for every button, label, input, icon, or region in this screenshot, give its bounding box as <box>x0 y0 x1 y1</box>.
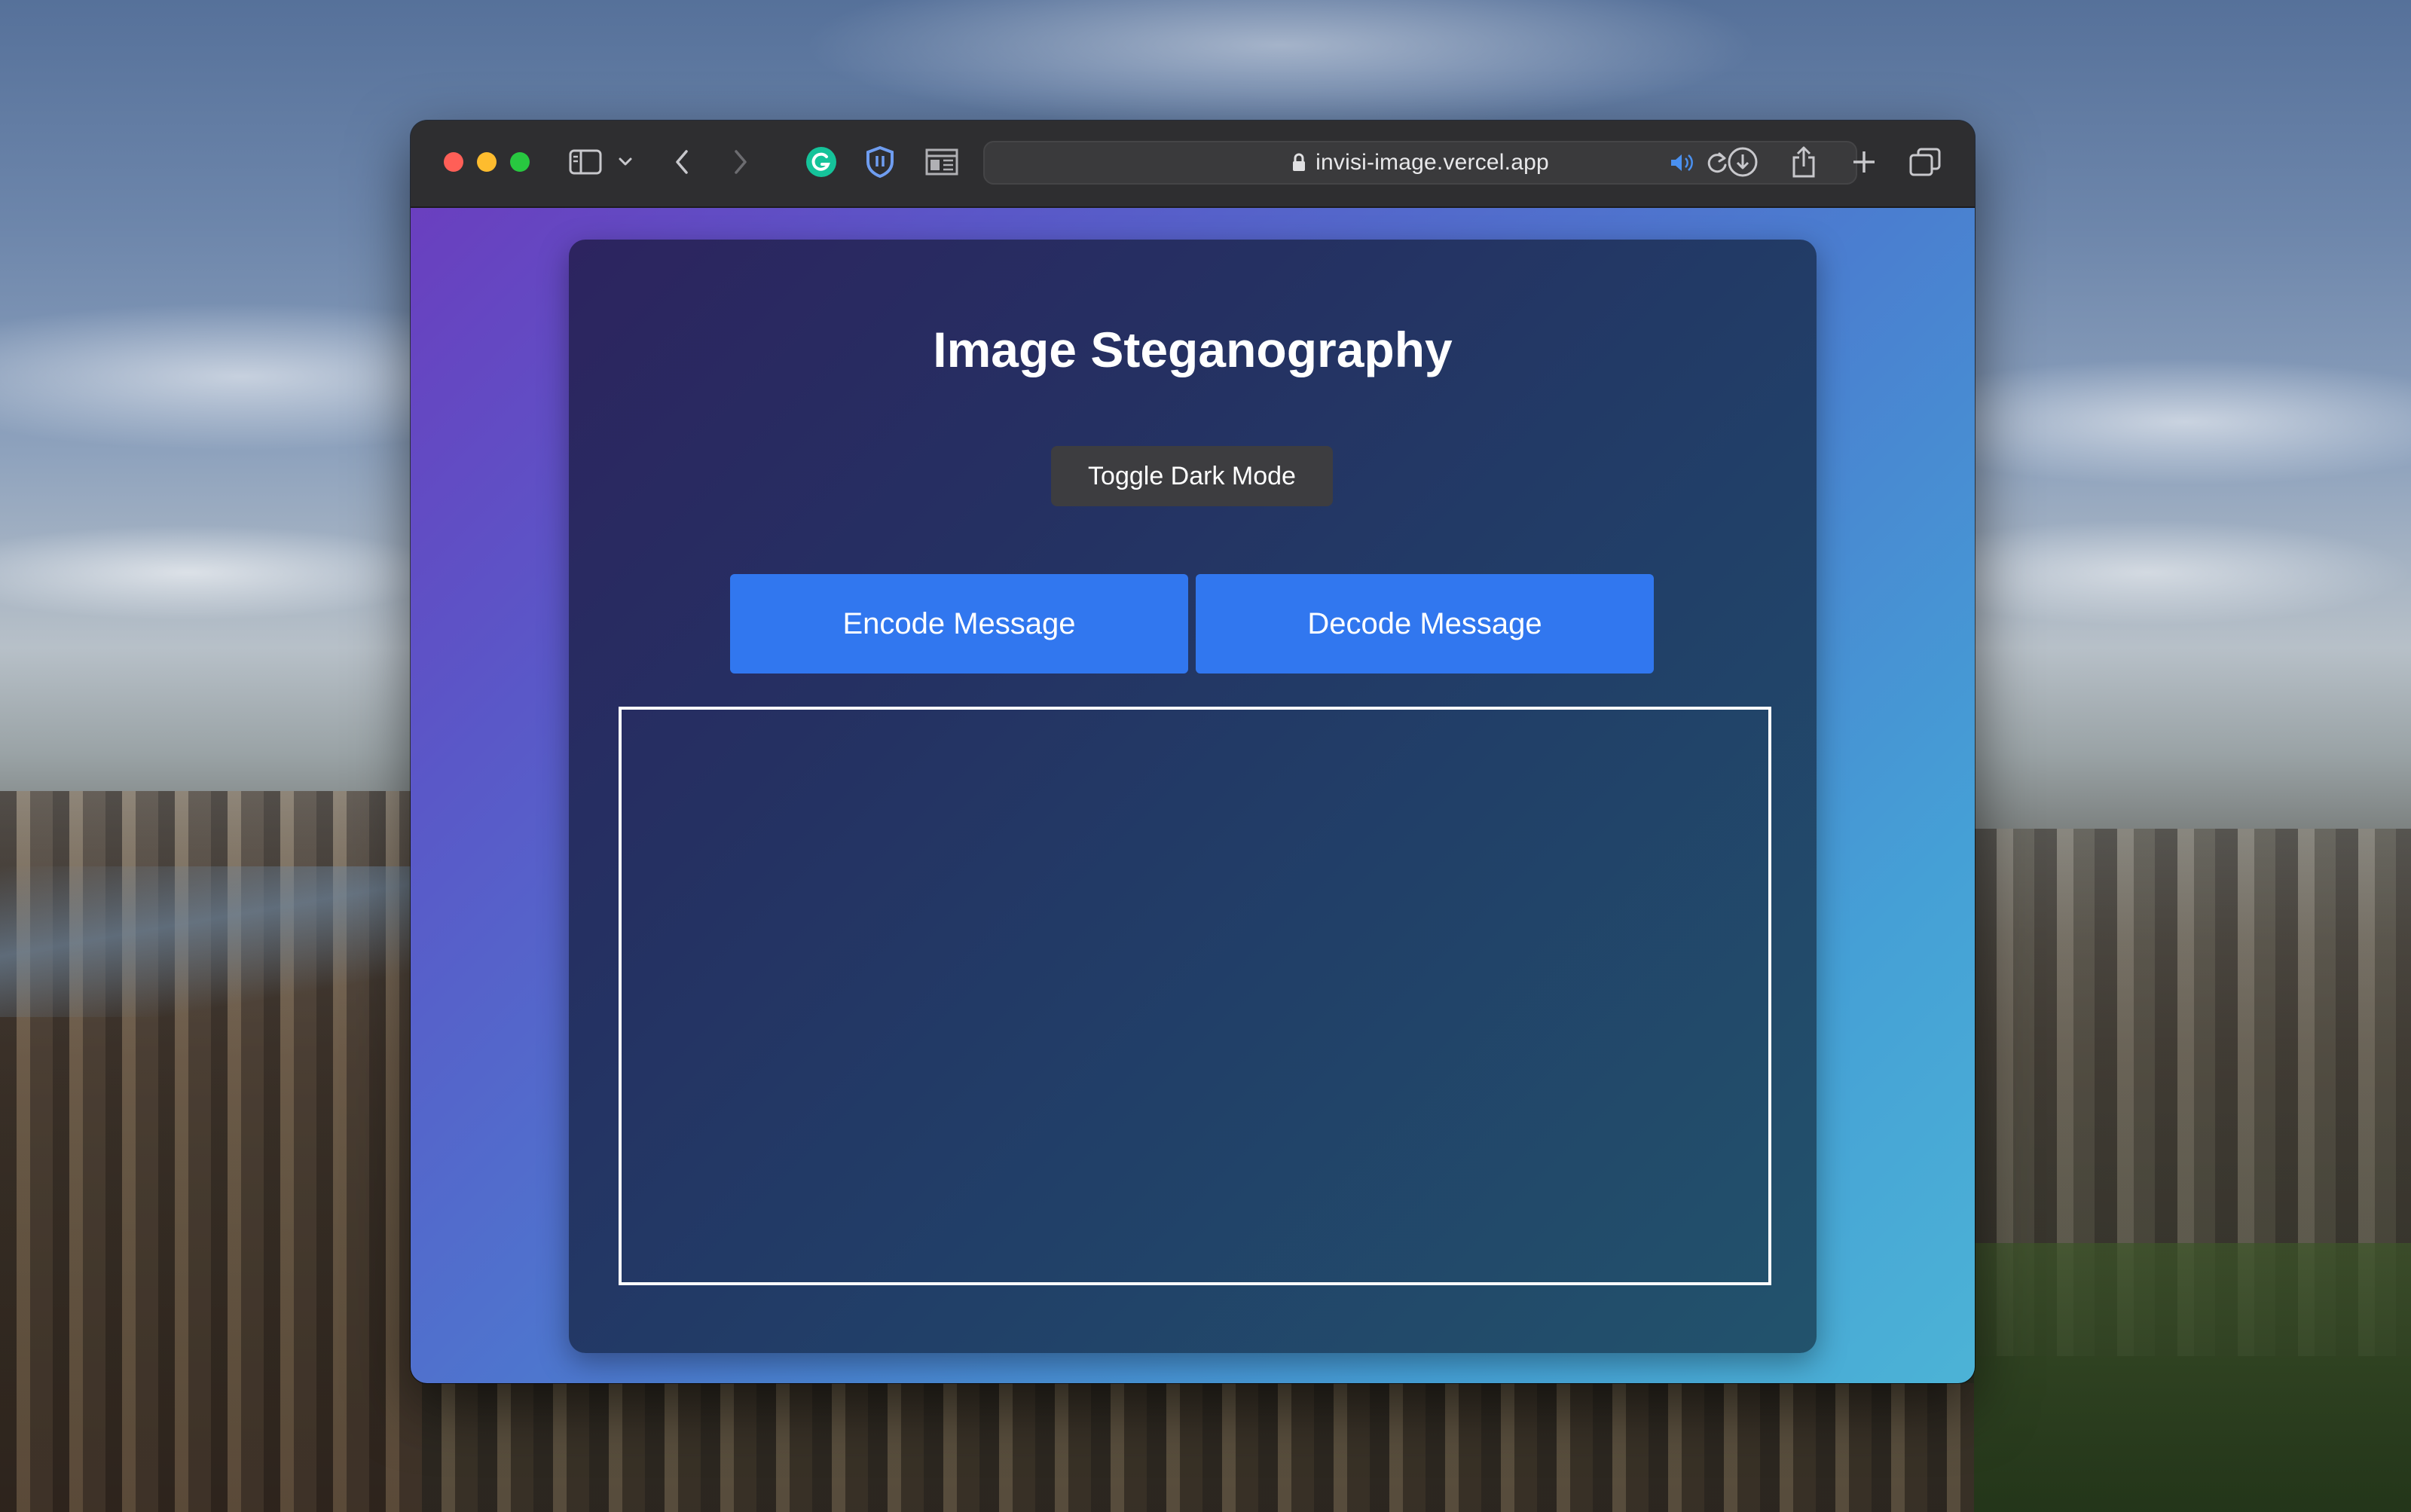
browser-toolbar: invisi-image.vercel.app <box>411 121 1975 208</box>
content-area <box>619 707 1771 1285</box>
download-icon[interactable] <box>1725 145 1761 179</box>
lock-icon <box>1291 153 1306 173</box>
wallpaper-river <box>0 866 422 1017</box>
audio-icon[interactable] <box>1667 145 1697 180</box>
wallpaper-park <box>1974 1243 2411 1512</box>
tabs-overview-icon[interactable] <box>1907 145 1943 179</box>
forward-icon[interactable] <box>726 145 756 179</box>
close-window-button[interactable] <box>444 152 463 172</box>
sidebar-icon[interactable] <box>567 145 604 179</box>
encode-message-button[interactable]: Encode Message <box>730 574 1188 674</box>
wallpaper-city-bottom <box>422 1383 1974 1512</box>
shield-extension-icon[interactable] <box>863 145 897 179</box>
share-icon[interactable] <box>1786 145 1821 179</box>
back-icon[interactable] <box>667 145 697 179</box>
grammarly-icon[interactable] <box>804 145 839 179</box>
page-viewport: Image Steganography Toggle Dark Mode Enc… <box>411 208 1975 1383</box>
app-card: Image Steganography Toggle Dark Mode Enc… <box>569 240 1817 1353</box>
chevron-down-icon[interactable] <box>614 145 637 179</box>
decode-message-button[interactable]: Decode Message <box>1196 574 1654 674</box>
minimize-window-button[interactable] <box>477 152 497 172</box>
page-title: Image Steganography <box>933 322 1453 377</box>
new-tab-icon[interactable] <box>1847 145 1881 179</box>
url-text: invisi-image.vercel.app <box>1316 150 1549 175</box>
zoom-window-button[interactable] <box>510 152 530 172</box>
reader-icon[interactable] <box>923 145 961 179</box>
browser-window: invisi-image.vercel.app Image Steganogra… <box>411 121 1975 1383</box>
toggle-dark-mode-button[interactable]: Toggle Dark Mode <box>1051 446 1333 506</box>
